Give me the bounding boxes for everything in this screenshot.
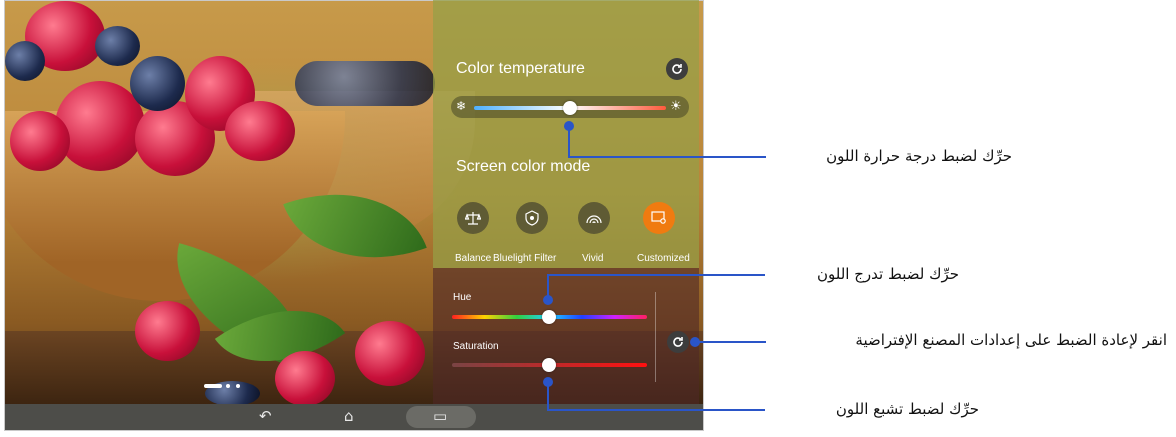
temperature-callout-line [568, 156, 766, 158]
wallpaper-raspberry [10, 111, 70, 171]
rainbow-icon [586, 215, 602, 224]
saturation-callout-text: حرِّك لضبط تشبع اللون [835, 400, 979, 418]
page-indicator-dot [236, 384, 240, 388]
balance-scale-icon [465, 212, 481, 225]
screen-color-mode-title: Screen color mode [456, 158, 591, 175]
navigation-bar [5, 404, 703, 430]
page-indicator-active [204, 384, 222, 388]
panel-divider [655, 292, 656, 382]
hue-callout-line [547, 275, 549, 297]
temperature-slider-knob[interactable] [563, 101, 577, 115]
reset-callout-line [694, 341, 766, 343]
refresh-icon [673, 337, 683, 347]
recents-icon[interactable]: ▭ [433, 407, 447, 425]
mode-vivid-label: Vivid [582, 253, 604, 264]
customized-settings-panel [433, 268, 699, 404]
eye-filter-icon [525, 210, 539, 226]
saturation-callout-line [547, 409, 765, 411]
temperature-callout-text: حرِّك لضبط درجة حرارة اللون [826, 147, 1012, 165]
wallpaper-raspberry [135, 301, 200, 361]
hue-slider-knob[interactable] [542, 310, 556, 324]
hue-label: Hue [453, 292, 472, 303]
mode-customized-button[interactable] [643, 202, 675, 234]
wallpaper-raspberry [225, 101, 295, 161]
temperature-callout-line [568, 126, 570, 158]
hue-callout-line [547, 274, 765, 276]
mode-bluelight-filter-label: Bluelight Filter [493, 253, 557, 264]
wallpaper-blueberry [5, 41, 45, 81]
mode-vivid-button[interactable] [578, 202, 610, 234]
color-temperature-title: Color temperature [456, 60, 585, 77]
saturation-slider-knob[interactable] [542, 358, 556, 372]
reset-to-default-button[interactable] [667, 331, 689, 353]
cold-icon: ❄ [456, 99, 467, 113]
wallpaper-blueberry [295, 61, 435, 106]
mode-balance-button[interactable] [457, 202, 489, 234]
mode-bluelight-filter-button[interactable] [516, 202, 548, 234]
custom-screen-icon [651, 211, 666, 224]
mode-balance-label: Balance [455, 253, 492, 264]
wallpaper-blueberry [95, 26, 140, 66]
hue-callout-text: حرِّك لضبط تدرج اللون [816, 265, 959, 283]
back-icon[interactable]: ↶ [259, 407, 272, 425]
reset-callout-text: انقر لإعادة الضبط على إعدادات المصنع الإ… [855, 331, 1167, 349]
warm-icon: ☀ [670, 98, 682, 113]
saturation-callout-line [547, 380, 549, 410]
temperature-reset-button[interactable] [666, 58, 688, 80]
wallpaper-blueberry [130, 56, 185, 111]
home-icon[interactable]: ⌂ [344, 407, 354, 425]
page-indicator-dot [226, 384, 230, 388]
wallpaper-raspberry [355, 321, 425, 386]
wallpaper-raspberry [275, 351, 335, 406]
mode-customized-label: Customized [637, 253, 690, 264]
refresh-icon [672, 64, 682, 74]
saturation-label: Saturation [453, 341, 499, 352]
